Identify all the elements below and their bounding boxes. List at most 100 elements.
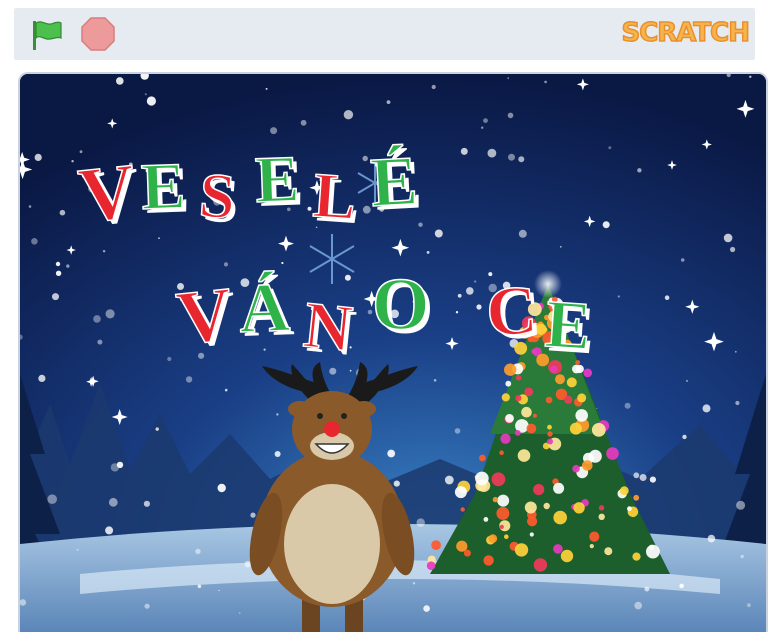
snowflake (105, 309, 115, 319)
greeting-line2-letter: N (300, 288, 355, 366)
tree-light (598, 513, 605, 520)
snowflake (270, 127, 278, 135)
snowflake (93, 315, 101, 323)
snowflake (224, 388, 228, 392)
snowflake (740, 554, 744, 559)
snowflake (102, 250, 106, 253)
tree-light (460, 507, 465, 512)
greeting-line2-letter: O (372, 264, 430, 346)
snowflake (434, 229, 443, 238)
snowflake (393, 480, 400, 487)
tree-light (526, 423, 537, 434)
snowflake (144, 93, 147, 96)
tree-light (524, 387, 534, 397)
tree-light (529, 532, 534, 537)
tree-light (532, 413, 537, 418)
stage-canvas[interactable]: VVEESSEELLÉÉVVÁÁNNOOCCEE (18, 72, 768, 632)
snowflake (644, 586, 650, 592)
tree-light (483, 517, 489, 522)
tree-light (555, 374, 565, 385)
tree-light (619, 486, 629, 496)
snowflake (735, 400, 740, 406)
snowflake (116, 77, 124, 85)
stage-toolbar: SCRATCH (14, 8, 755, 60)
tree-light (591, 423, 606, 437)
snowflake (59, 209, 66, 216)
greeting-line1-letter: L (311, 159, 359, 233)
snowflake (664, 295, 670, 300)
snowflake (624, 402, 631, 409)
snowflake (734, 350, 737, 353)
snowflake (34, 153, 42, 161)
tree-light (573, 502, 585, 514)
snowflake (250, 512, 256, 518)
stage-scene: VV EE SS EE LL ÉÉVV ÁÁ NN OO CC EE (20, 74, 766, 632)
scratch-logo: SCRATCH (621, 17, 751, 49)
snowflake (55, 261, 61, 267)
tree-light (545, 396, 553, 404)
snowflake (223, 262, 229, 267)
snowflake (31, 238, 38, 245)
tree-light (564, 395, 573, 404)
tree-light (501, 393, 510, 402)
tree-light (514, 543, 529, 557)
snowflake (749, 75, 752, 78)
snowflake (197, 584, 202, 589)
snowflake (634, 601, 642, 610)
snowflake (617, 295, 620, 298)
snowflake (362, 155, 368, 162)
green-flag-icon[interactable] (30, 18, 64, 52)
tree-light (550, 365, 558, 373)
tree-light (604, 547, 613, 556)
snowflake (518, 156, 525, 163)
snowflake (426, 251, 430, 254)
greeting-line1-letter: V (75, 146, 140, 238)
tree-light (496, 506, 510, 520)
snowflake (146, 96, 156, 106)
greeting-line2-letter: C (484, 272, 540, 352)
snowflake (155, 427, 159, 431)
tree-light (505, 380, 512, 387)
tree-light (606, 447, 619, 460)
tree-light (646, 544, 660, 559)
snowflake (412, 582, 416, 585)
tree-light (524, 501, 537, 514)
snowflake (108, 497, 118, 507)
snowflake (466, 287, 474, 295)
snowflake (274, 451, 281, 457)
snowflake (344, 274, 351, 281)
snowflake (637, 168, 642, 173)
snowflake (281, 261, 284, 265)
snowflake (38, 374, 46, 382)
snowflake (747, 603, 751, 608)
tree-light (499, 450, 504, 456)
snowflake (474, 280, 477, 283)
tree-light (521, 406, 532, 418)
snowflake (723, 233, 733, 243)
snowflake (730, 246, 736, 253)
snowflake (217, 483, 226, 493)
snowflake (639, 474, 647, 481)
snowflake (633, 472, 640, 479)
snowflake (158, 237, 160, 240)
snowflake (265, 87, 268, 90)
snowflake (679, 583, 684, 589)
snowflake (52, 293, 59, 301)
snowflake (736, 500, 746, 510)
snowflake (481, 126, 484, 129)
tree-light (515, 394, 522, 402)
snowflake (66, 264, 70, 268)
tree-light (527, 516, 538, 527)
tree-light (488, 534, 498, 543)
tree-light (553, 510, 567, 525)
snowflake (507, 77, 510, 80)
stop-icon[interactable] (80, 16, 116, 52)
tree-light (533, 484, 545, 496)
tree-light (566, 377, 577, 388)
greeting-line2-letter: Á (238, 269, 292, 348)
tree-light (500, 433, 511, 444)
snowflake (507, 112, 514, 119)
tree-light (575, 409, 588, 422)
snowflake (608, 146, 612, 150)
snowflake (457, 293, 462, 298)
